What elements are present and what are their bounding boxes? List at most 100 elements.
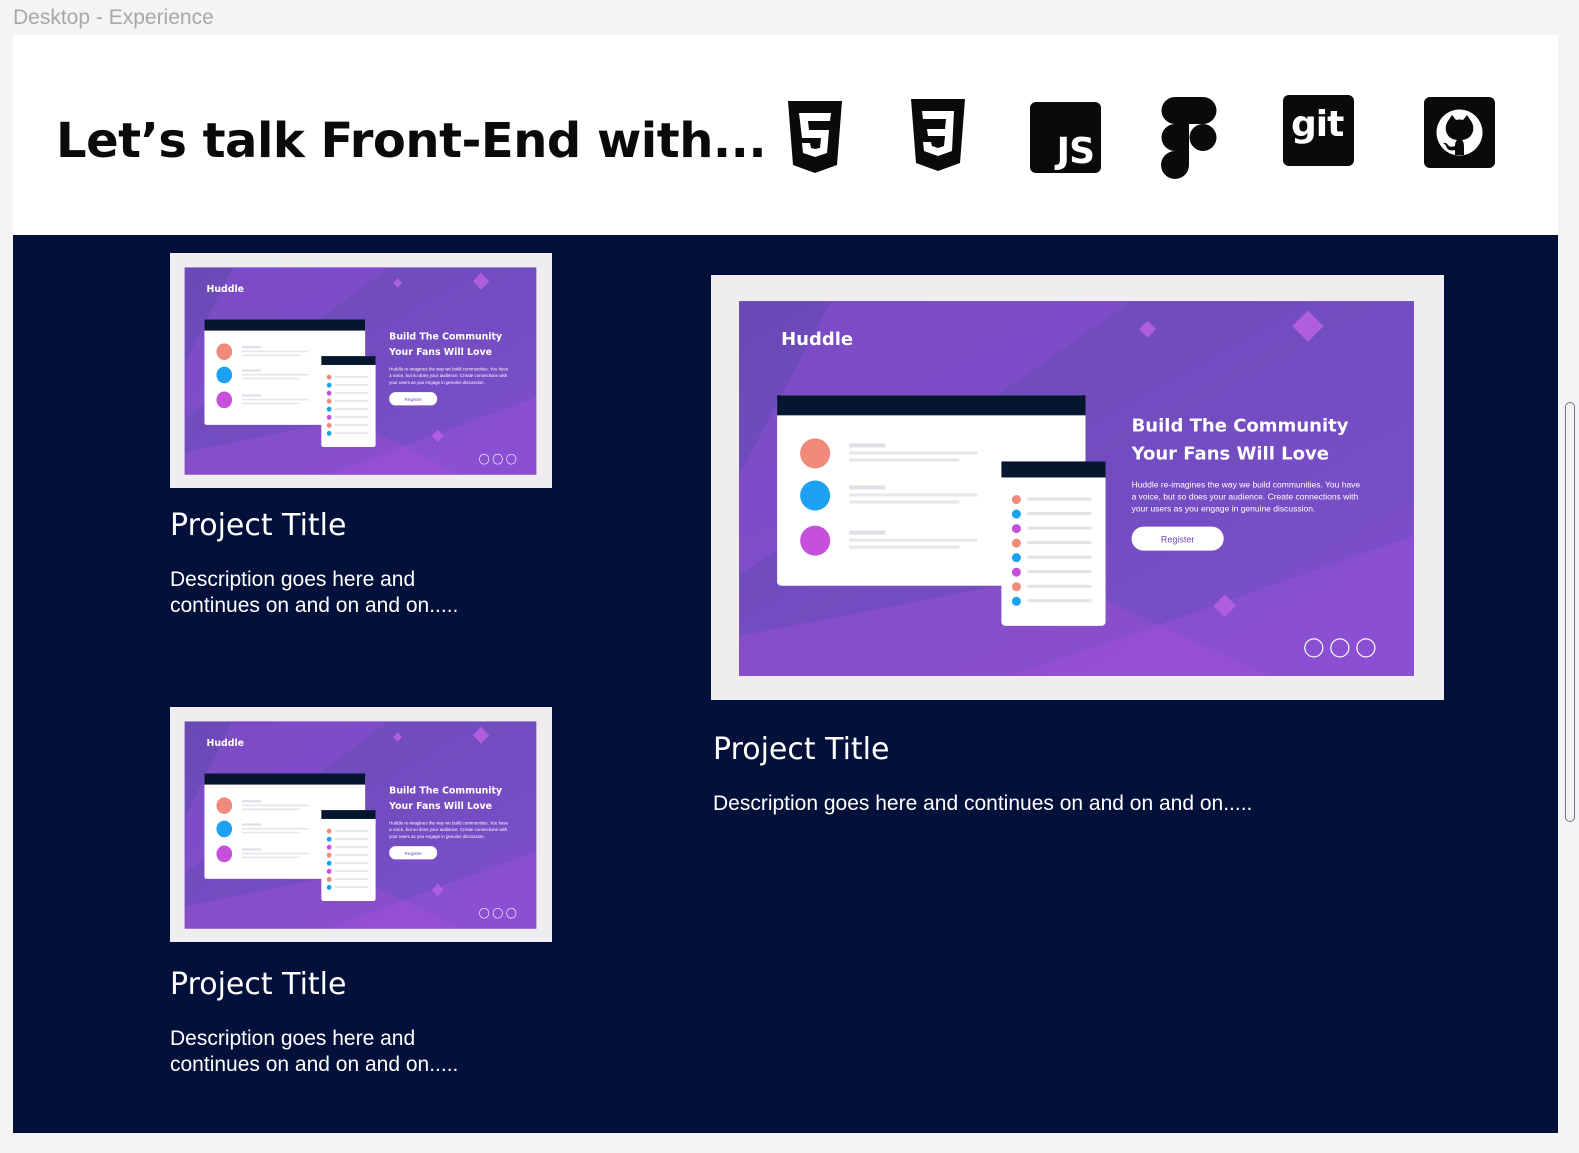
project-title: Project Title: [170, 967, 347, 1002]
preview-line: [334, 862, 369, 864]
preview-headline: Build The Community: [1132, 415, 1349, 436]
preview-headline: Your Fans Will Love: [1131, 443, 1329, 464]
preview-dot: [326, 374, 332, 380]
preview-line: [334, 432, 369, 434]
preview-line: [242, 377, 300, 380]
preview-dot: [326, 868, 332, 874]
preview-line: [242, 808, 300, 811]
preview-line: [242, 350, 309, 353]
preview-avatar: [800, 438, 831, 469]
javascript-icon-label: JS: [1056, 131, 1095, 172]
preview-line: [1027, 526, 1092, 530]
preview-avatar: [216, 797, 233, 814]
project-description: Description goes here and continues on a…: [713, 792, 1253, 815]
preview-dot: [1011, 509, 1021, 519]
preview-dot: [326, 430, 332, 436]
preview-line: [1027, 497, 1092, 501]
preview-dot: [1011, 553, 1021, 563]
preview-line: [1027, 555, 1092, 559]
preview-dot: [326, 382, 332, 388]
preview-dot: [326, 414, 332, 420]
preview-dot: [326, 852, 332, 858]
preview-line: [1027, 599, 1092, 603]
preview-dot: [1011, 538, 1021, 548]
preview-line: [334, 886, 369, 888]
preview-line: [334, 400, 369, 402]
preview-dot: [326, 876, 332, 882]
page-headline: Let’s talk Front-End with...: [56, 113, 767, 169]
preview-dot: [326, 422, 332, 428]
preview-line: [334, 392, 369, 394]
preview-avatar: [800, 525, 831, 556]
preview-line: [334, 854, 369, 856]
project-description: Description goes here and continues on a…: [170, 1027, 459, 1076]
preview-brand: Huddle: [207, 738, 245, 749]
preview-line: [242, 369, 261, 372]
preview-body: a voice, but so does your audience. Crea…: [389, 827, 507, 832]
project-card[interactable]: Huddle Build The Community Your Fans Will …: [711, 275, 1444, 835]
preview-line: [242, 856, 300, 859]
preview-body: a voice, but so does your audience. Crea…: [389, 373, 507, 378]
project-card[interactable]: Huddle Build The Community Your Fans Will …: [170, 253, 552, 623]
css3-icon: [911, 99, 965, 171]
preview-line: [849, 500, 960, 504]
html5-icon: [788, 101, 842, 173]
project-description: Description goes here and continues on a…: [170, 568, 459, 617]
preview-button-label: Register: [1161, 535, 1194, 545]
preview-line: [334, 846, 369, 848]
preview-dot: [326, 844, 332, 850]
preview-avatar: [216, 391, 233, 409]
preview-dot: [326, 398, 332, 404]
project-card[interactable]: Huddle Build The Community Your Fans Will …: [170, 707, 552, 1087]
preview-phone-bar: [1001, 461, 1106, 478]
preview-line: [242, 354, 300, 357]
preview-line: [849, 443, 886, 448]
preview-line: [334, 830, 369, 832]
preview-window-bar: [777, 395, 1086, 416]
preview-line: [242, 827, 309, 830]
preview-line: [242, 800, 261, 803]
preview-line: [849, 485, 886, 490]
preview-phone-bar: [321, 356, 376, 365]
preview-body: Huddle re-imagines the way we build comm…: [1132, 479, 1361, 489]
header-band: Let’s talk Front-End with... JS git: [13, 35, 1558, 235]
preview-line: [242, 373, 309, 376]
preview-body: your users as you engage in genuine disc…: [389, 834, 485, 839]
preview-line: [849, 538, 978, 542]
preview-dot: [1011, 524, 1021, 534]
preview-line: [242, 848, 261, 851]
preview-line: [242, 823, 261, 826]
preview-line: [1027, 584, 1092, 588]
javascript-icon: JS: [1030, 102, 1101, 173]
project-screenshot[interactable]: Huddle Build The Community Your Fans Will …: [711, 275, 1444, 700]
preview-line: [242, 804, 309, 807]
preview-headline: Your Fans Will Love: [388, 801, 492, 812]
preview-line: [334, 870, 369, 872]
project-screenshot[interactable]: Huddle Build The Community Your Fans Will …: [170, 707, 552, 942]
preview-body: your users as you engage in genuine disc…: [1132, 504, 1316, 514]
vertical-scrollbar[interactable]: [1565, 402, 1575, 822]
preview-avatar: [800, 480, 831, 511]
projects-section: Huddle Build The Community Your Fans Will …: [13, 235, 1558, 1133]
preview-brand: Huddle: [207, 284, 245, 295]
preview-dot: [326, 836, 332, 842]
preview-body: Huddle re-imagines the way we build comm…: [389, 820, 508, 825]
preview-dot: [326, 406, 332, 412]
preview-window-bar: [204, 319, 366, 331]
preview-line: [334, 408, 369, 410]
preview-dot: [326, 390, 332, 396]
preview-line: [242, 394, 261, 397]
preview-dot: [1011, 567, 1021, 577]
preview-line: [242, 831, 300, 834]
preview-button-label: Register: [404, 397, 422, 403]
preview-line: [334, 376, 369, 378]
preview-avatar: [216, 820, 233, 838]
preview-line: [849, 451, 978, 455]
project-screenshot[interactable]: Huddle Build The Community Your Fans Will …: [170, 253, 552, 488]
preview-line: [849, 493, 978, 497]
preview-line: [242, 852, 309, 855]
preview-window-bar: [204, 773, 366, 785]
preview-body: a voice, but so does your audience. Crea…: [1132, 492, 1359, 502]
frame-label: Desktop - Experience: [13, 6, 214, 29]
project-title: Project Title: [170, 508, 347, 543]
